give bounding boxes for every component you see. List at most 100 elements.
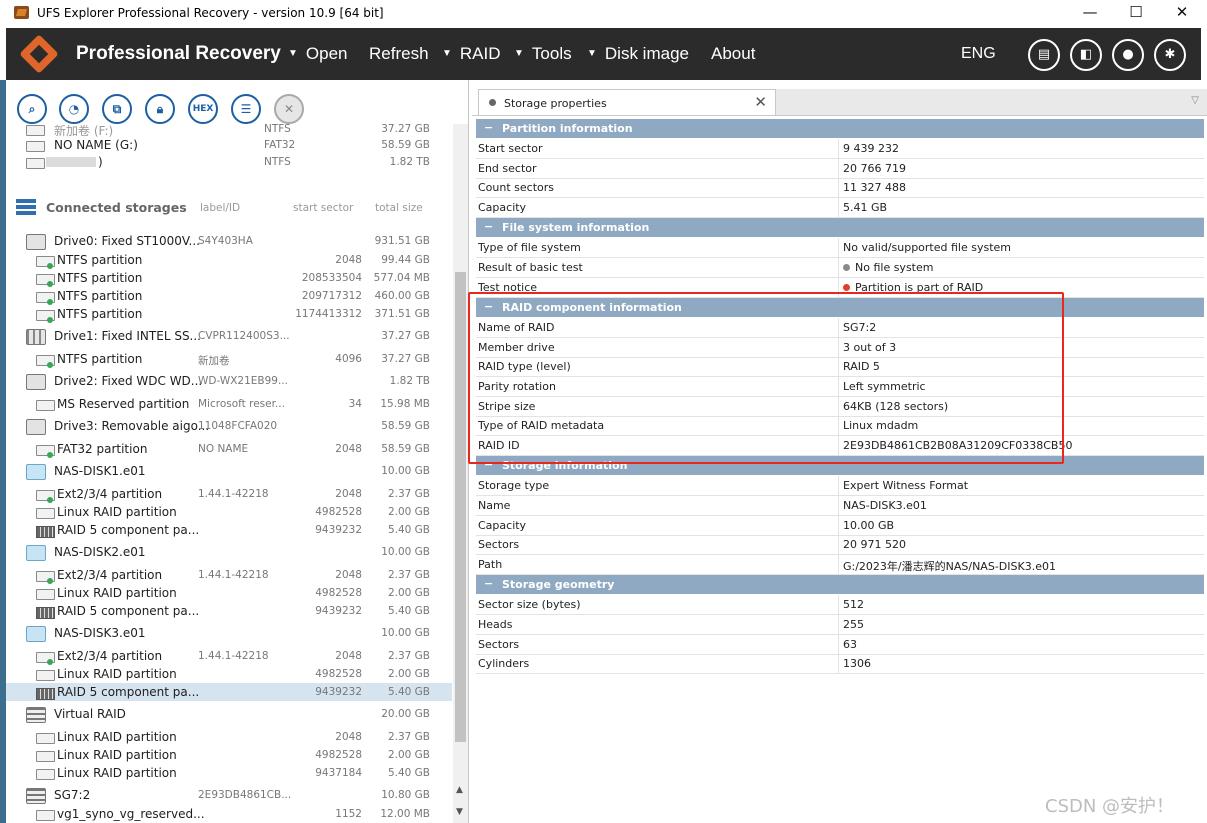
scroll-down-icon[interactable]: ▼ xyxy=(456,807,463,817)
row-name: RAID 5 component pa... xyxy=(57,685,200,699)
row-name: Drive3: Removable aigo... xyxy=(54,419,210,433)
partition-item[interactable]: MS Reserved partition Microsoft reser... 3… xyxy=(6,395,452,413)
tab-storage-properties[interactable]: Storage properties ✕ xyxy=(478,89,776,116)
partition-item[interactable]: NTFS partition 209717312 460.00 GB xyxy=(6,287,452,305)
row-name: NTFS partition xyxy=(57,307,143,321)
scroll-up-icon[interactable]: ▲ xyxy=(456,785,463,795)
property-row: End sector 20 766 719 xyxy=(476,158,1204,179)
row-size: 2.37 GB xyxy=(387,488,430,500)
volume-size: 37.27 GB xyxy=(381,124,430,135)
row-size: 58.59 GB xyxy=(381,420,430,432)
storage-item[interactable]: NAS-DISK3.e01 10.00 GB xyxy=(6,624,452,642)
partition-item[interactable]: Ext2/3/4 partition 1.44.1-42218 2048 2.37 G… xyxy=(6,647,452,665)
chevron-down-icon: ▼ xyxy=(587,48,597,59)
storage-item[interactable]: Drive3: Removable aigo... 11048FCFA020 58.… xyxy=(6,417,452,435)
column-divider xyxy=(838,258,839,277)
partition-icon xyxy=(36,400,55,411)
collapse-icon[interactable]: − xyxy=(484,220,493,233)
scrollbar-thumb[interactable] xyxy=(455,272,466,742)
storage-item[interactable]: NAS-DISK2.e01 10.00 GB xyxy=(6,543,452,561)
column-label-id[interactable]: label/ID xyxy=(200,202,240,214)
volume-fs: NTFS xyxy=(264,156,291,168)
tab-title: Storage properties xyxy=(504,97,607,110)
row-size: 5.40 GB xyxy=(387,686,430,698)
property-value: G:/2023年/潘志辉的NAS/NAS-DISK3.e01 xyxy=(843,558,1056,574)
storage-item[interactable]: Drive0: Fixed ST1000V... S4Y403HA 931.51 G… xyxy=(6,232,452,250)
collapse-icon[interactable]: − xyxy=(484,577,493,590)
user-icon[interactable]: ● xyxy=(1112,39,1144,71)
partition-item[interactable]: NTFS partition 208533504 577.04 MB xyxy=(6,269,452,287)
maximize-button[interactable]: ☐ xyxy=(1113,0,1159,27)
partition-item[interactable]: vg1_syno_vg_reserved... 1152 12.00 MB xyxy=(6,805,452,823)
row-label: 1.44.1-42218 xyxy=(198,650,269,662)
storage-item[interactable]: SG7:2 2E93DB4861CB... 10.80 GB xyxy=(6,786,452,804)
section-header[interactable]: − Partition information xyxy=(476,119,1204,138)
row-start: 4982528 xyxy=(315,506,362,518)
tab-menu-icon[interactable]: ▽ xyxy=(1191,95,1199,106)
property-value-text: 9 439 232 xyxy=(843,142,899,155)
partition-item[interactable]: Ext2/3/4 partition 1.44.1-42218 2048 2.37 G… xyxy=(6,485,452,503)
log-icon[interactable]: ▤ xyxy=(1028,39,1060,71)
property-key: Sector size (bytes) xyxy=(478,598,581,612)
property-value-text: 512 xyxy=(843,598,864,612)
minimize-button[interactable]: — xyxy=(1067,0,1113,27)
partition-item[interactable]: Linux RAID partition 9437184 5.40 GB xyxy=(6,764,452,782)
storage-item[interactable]: Drive1: Fixed INTEL SS... CVPR112400S3...… xyxy=(6,327,452,345)
partition-item[interactable]: Linux RAID partition 4982528 2.00 GB xyxy=(6,665,452,683)
language-selector[interactable]: ENG xyxy=(961,45,996,63)
hex-icon[interactable]: HEX xyxy=(188,94,218,124)
brand-logo-icon xyxy=(19,34,59,74)
lock-icon[interactable]: 🔒︎ xyxy=(145,94,175,124)
menu-disk-image[interactable]: ▼ Disk image xyxy=(587,44,689,64)
partition-icon xyxy=(36,652,55,665)
search-icon[interactable]: ⌕ xyxy=(17,94,47,124)
partition-item[interactable]: RAID 5 component pa... 9439232 5.40 GB xyxy=(6,683,452,701)
partition-item[interactable]: Linux RAID partition 2048 2.37 GB xyxy=(6,728,452,746)
app-logo-icon xyxy=(14,6,29,19)
menu-refresh[interactable]: Refresh xyxy=(369,44,429,64)
partition-item[interactable]: Linux RAID partition 4982528 2.00 GB xyxy=(6,503,452,521)
property-value-text: No valid/supported file system xyxy=(843,241,1012,255)
row-start: 2048 xyxy=(335,254,362,266)
partition-item[interactable]: RAID 5 component pa... 9439232 5.40 GB xyxy=(6,521,452,539)
partition-item[interactable]: Linux RAID partition 4982528 2.00 GB xyxy=(6,746,452,764)
column-total-size[interactable]: total size xyxy=(375,202,423,214)
list-icon[interactable]: ☰ xyxy=(231,94,261,124)
property-value-text: G:/2023年/潘志辉的NAS/NAS-DISK3.e01 xyxy=(843,559,1056,573)
copy-icon[interactable]: ⧉ xyxy=(102,94,132,124)
collapse-icon[interactable]: − xyxy=(484,121,493,134)
partition-item[interactable]: NTFS partition 2048 99.44 GB xyxy=(6,251,452,269)
menu-raid[interactable]: ▼ RAID xyxy=(442,44,501,64)
list-item[interactable]: ) NTFS 1.82 TB xyxy=(6,153,452,171)
volume-size: 58.59 GB xyxy=(381,139,430,151)
close-icon[interactable]: ✕ xyxy=(274,94,304,124)
partition-item[interactable]: Linux RAID partition 4982528 2.00 GB xyxy=(6,584,452,602)
storage-item[interactable]: NAS-DISK1.e01 10.00 GB xyxy=(6,462,452,480)
section-header[interactable]: − Storage geometry xyxy=(476,575,1204,595)
tree-scrollbar[interactable]: ▲ ▼ xyxy=(453,124,468,823)
partition-item[interactable]: Ext2/3/4 partition 1.44.1-42218 2048 2.37 G… xyxy=(6,566,452,584)
menu-open[interactable]: ▼ Open xyxy=(288,44,348,64)
row-name: FAT32 partition xyxy=(57,442,148,456)
partition-item[interactable]: NTFS partition 1174413312 371.51 GB xyxy=(6,305,452,323)
menu-about[interactable]: About xyxy=(711,44,755,64)
list-item[interactable]: NO NAME (G:) FAT32 58.59 GB xyxy=(6,136,452,154)
chevron-down-icon: ▼ xyxy=(288,48,298,59)
menu-tools[interactable]: ▼ Tools xyxy=(514,44,572,64)
tab-close-icon[interactable]: ✕ xyxy=(754,93,767,111)
storage-item[interactable]: Drive2: Fixed WDC WD... WD-WX21EB99... 1.8… xyxy=(6,372,452,390)
settings-icon[interactable]: ✱ xyxy=(1154,39,1186,71)
panel-icon[interactable]: ◧ xyxy=(1070,39,1102,71)
partition-item[interactable]: NTFS partition 新加卷 4096 37.27 GB xyxy=(6,350,452,368)
column-divider xyxy=(838,535,839,555)
close-window-button[interactable]: ✕ xyxy=(1159,0,1205,27)
row-label: NO NAME xyxy=(198,443,249,455)
partition-icon xyxy=(36,355,55,368)
section-header[interactable]: − File system information xyxy=(476,218,1204,238)
partition-item[interactable]: RAID 5 component pa... 9439232 5.40 GB xyxy=(6,602,452,620)
scan-icon[interactable]: ◔ xyxy=(59,94,89,124)
column-start-sector[interactable]: start sector xyxy=(293,202,353,214)
property-value-text: 255 xyxy=(843,618,864,631)
storage-item[interactable]: Virtual RAID 20.00 GB xyxy=(6,705,452,723)
partition-item[interactable]: FAT32 partition NO NAME 2048 58.59 GB xyxy=(6,440,452,458)
